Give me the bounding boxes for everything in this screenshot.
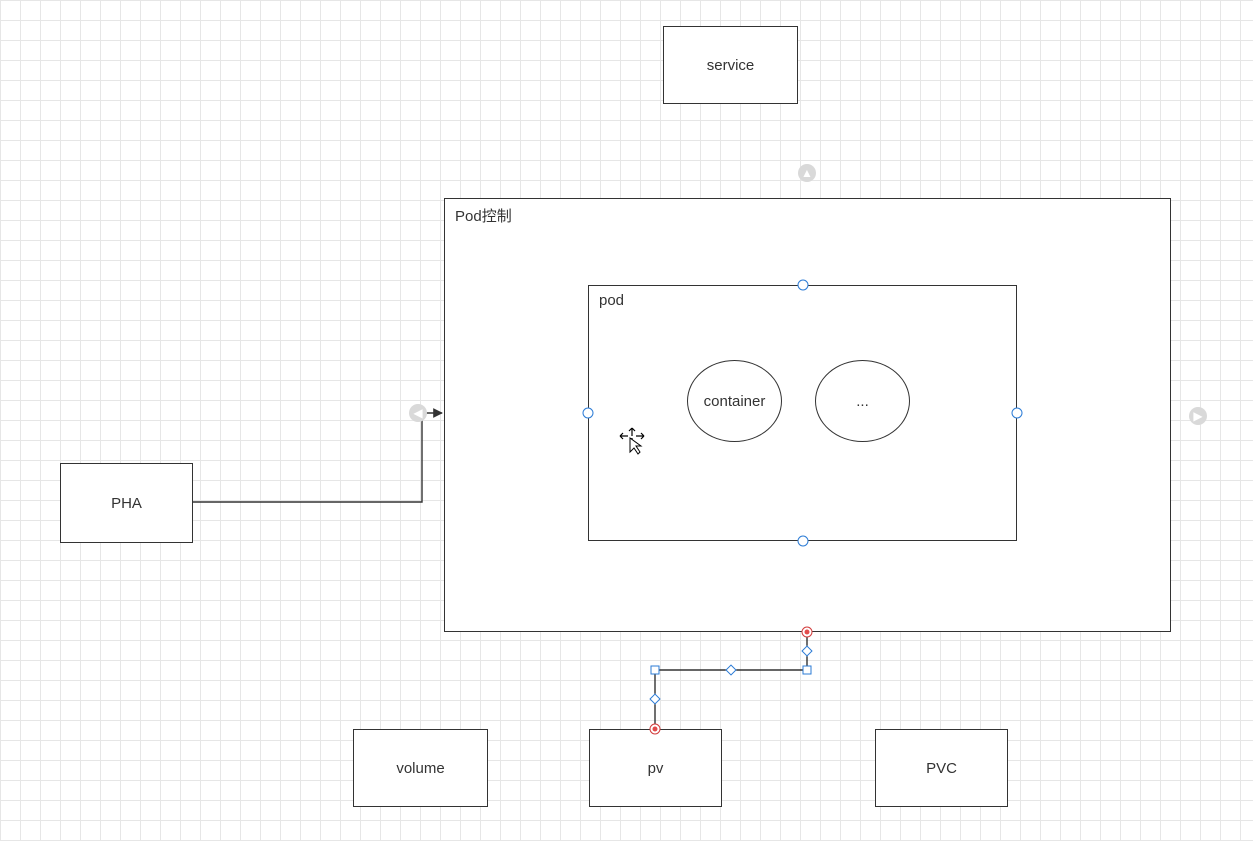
node-pod-controller-label: Pod控制 [455,205,512,226]
node-container[interactable]: container [687,360,782,442]
connector-mid-3[interactable] [649,693,660,704]
node-pha-label: PHA [111,495,142,512]
node-pv-label: pv [648,760,664,777]
node-container-label: container [704,393,766,410]
node-service-label: service [707,57,755,74]
connector-bend-1[interactable] [803,666,812,675]
connector-mid-1[interactable] [801,645,812,656]
selection-anchor-right[interactable] [1012,408,1023,419]
node-pod-label: pod [599,292,624,309]
node-pvc-label: PVC [926,760,957,777]
node-pvc[interactable]: PVC [875,729,1008,807]
node-pha[interactable]: PHA [60,463,193,543]
node-pv[interactable]: pv [589,729,722,807]
connector-bend-2[interactable] [651,666,660,675]
node-pod[interactable]: pod [588,285,1017,541]
selection-anchor-left[interactable] [583,408,594,419]
node-volume[interactable]: volume [353,729,488,807]
connector-endpoint-start[interactable] [802,627,813,638]
hint-up-icon[interactable]: ▲ [798,164,816,182]
edge-pha-to-podcontroller[interactable] [193,413,442,502]
selection-anchor-bottom[interactable] [798,536,809,547]
connector-mid-2[interactable] [725,664,736,675]
node-service[interactable]: service [663,26,798,104]
edge-podcontroller-to-pv[interactable] [655,632,807,729]
node-more-containers-label: ... [856,393,869,410]
node-volume-label: volume [396,760,444,777]
hint-left-icon[interactable]: ◀ [409,404,427,422]
hint-right-icon[interactable]: ▶ [1189,407,1207,425]
node-more-containers[interactable]: ... [815,360,910,442]
diagram-canvas[interactable]: service PHA Pod控制 pod container ... volu… [0,0,1253,841]
selection-anchor-top[interactable] [798,280,809,291]
connector-endpoint-end[interactable] [650,724,661,735]
